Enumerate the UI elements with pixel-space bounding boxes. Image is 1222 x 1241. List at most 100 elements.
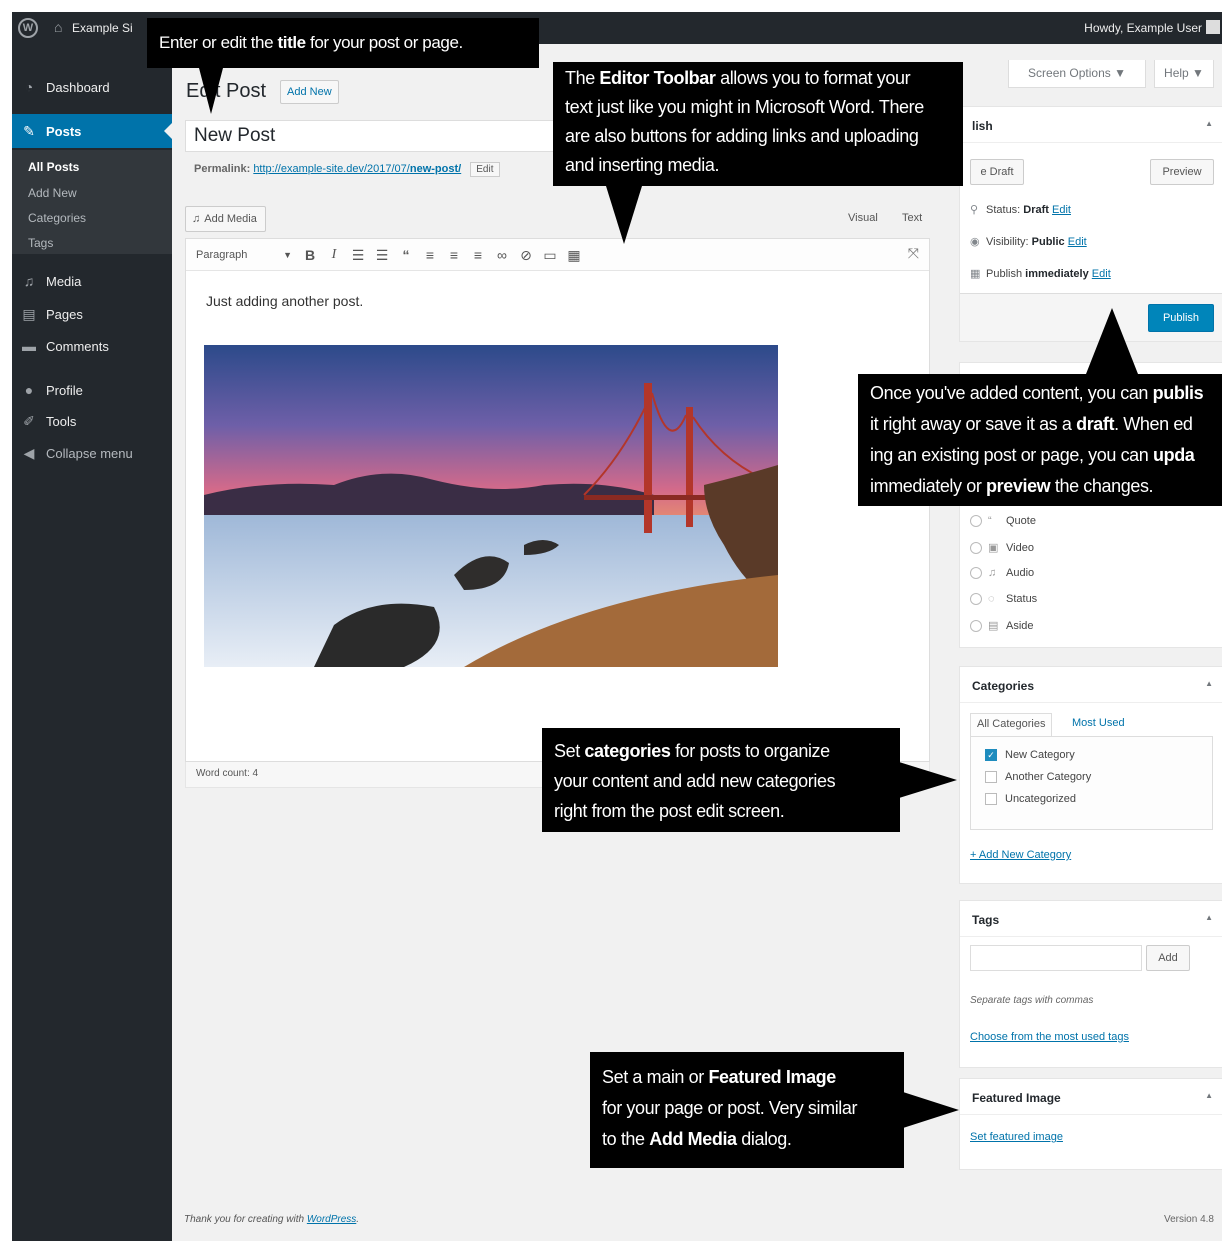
set-featured-image-link[interactable]: Set featured image [970,1131,1063,1143]
schedule-edit-link[interactable]: Edit [1092,268,1111,280]
golden-gate-photo[interactable] [204,345,778,667]
sidebar-item-pages[interactable]: ▤ Pages [12,299,172,329]
format-option-aside[interactable]: ▤ Aside [970,619,1034,633]
category-new[interactable]: ✓ New Category [985,749,1075,762]
collapse-toggle-icon[interactable]: ▲ [1205,119,1213,128]
footer-thanks-end: . [356,1214,360,1225]
toolbar-toggle-icon[interactable]: ▦ [564,245,584,265]
sidebar-item-label: Tools [46,414,77,429]
howdy-user[interactable]: Howdy, Example User [1084,21,1202,35]
callout-text: the changes. [1050,476,1154,496]
format-option-quote[interactable]: “ Quote [970,515,1036,528]
save-draft-button[interactable]: e Draft [970,159,1024,185]
collapse-icon: ◀ [23,445,35,461]
sidebar-item-collapse[interactable]: ◀ Collapse menu [12,438,172,468]
featured-image-callout: Set a main or Featured Image for your pa… [590,1052,904,1168]
tags-box-header[interactable]: Tags ▲ [960,901,1222,937]
categories-box-header[interactable]: Categories ▲ [960,667,1222,703]
editor-content-text[interactable]: Just adding another post. [206,293,363,309]
italic-icon[interactable]: I [324,245,344,265]
unlink-icon[interactable]: ⊘ [516,245,536,265]
category-another[interactable]: Another Category [985,771,1091,784]
format-option-video[interactable]: ▣ Video [970,541,1034,555]
radio[interactable] [970,620,982,633]
radio[interactable] [970,593,982,606]
checkbox[interactable] [985,771,997,784]
sidebar-item-media[interactable]: ♫ Media [12,266,172,296]
add-media-button[interactable]: ♫ Add Media [185,206,266,232]
align-left-icon[interactable]: ≡ [420,245,440,265]
permalink-edit-button[interactable]: Edit [470,162,500,177]
sidebar-item-label: Collapse menu [46,446,133,461]
format-option-audio[interactable]: ♫ Audio [970,567,1034,580]
dashboard-icon: ◔ [24,79,34,95]
screen-options-button[interactable]: Screen Options ▼ [1008,60,1146,88]
category-uncategorized[interactable]: Uncategorized [985,793,1076,806]
radio[interactable] [970,567,982,580]
tab-all-categories[interactable]: All Categories [970,713,1053,737]
publish-button[interactable]: Publish [1148,304,1214,332]
site-name-link[interactable]: Example Si [72,21,133,35]
featured-image-header[interactable]: Featured Image ▲ [960,1079,1222,1115]
tag-input[interactable] [970,945,1142,971]
tab-most-used[interactable]: Most Used [1066,713,1131,737]
post-editor[interactable]: Paragraph ▼ B I ☰ ☰ “ ≡ ≡ ≡ ∞ ⊘ ▭ ▦ ⤧ Jus… [185,238,930,762]
submenu-tags[interactable]: Tags [28,236,53,250]
home-icon[interactable]: ⌂ [54,19,62,35]
help-button[interactable]: Help ▼ [1154,60,1214,88]
submenu-all-posts[interactable]: All Posts [28,160,79,174]
media-icon: ♫ [192,213,201,225]
publish-box-header[interactable]: lish ▲ [960,107,1222,143]
callout-line: it right away or save it as a draft. Whe… [870,409,1210,440]
align-center-icon[interactable]: ≡ [444,245,464,265]
radio[interactable] [970,542,982,555]
blockquote-icon[interactable]: “ [396,245,416,265]
sidebar-item-profile[interactable]: ● Profile [12,375,172,405]
submenu-categories[interactable]: Categories [28,211,86,225]
submenu-add-new[interactable]: Add New [28,186,77,200]
radio[interactable] [970,515,982,528]
featured-image-box: Featured Image ▲ Set featured image [959,1078,1222,1170]
add-tag-button[interactable]: Add [1146,945,1190,971]
checkbox-checked[interactable]: ✓ [985,749,997,762]
add-new-category-link[interactable]: + Add New Category [970,849,1071,861]
wordpress-logo-icon[interactable]: W [18,18,38,38]
sidebar-item-tools[interactable]: ✐ Tools [12,406,172,436]
collapse-toggle-icon[interactable]: ▲ [1205,1091,1213,1100]
callout-line: text just like you might in Microsoft Wo… [565,97,924,117]
editor-toolbar: Paragraph ▼ B I ☰ ☰ “ ≡ ≡ ≡ ∞ ⊘ ▭ ▦ ⤧ [186,239,929,271]
add-new-button[interactable]: Add New [280,80,339,104]
callout-line: right from the post edit screen. [554,801,785,821]
sidebar-item-dashboard[interactable]: ◔ Dashboard [12,72,172,102]
sidebar-item-label: Media [46,274,82,289]
wordpress-link[interactable]: WordPress [307,1214,356,1225]
permalink-url[interactable]: http://example-site.dev/2017/07/new-post… [253,163,461,175]
link-icon[interactable]: ∞ [492,245,512,265]
numbered-list-icon[interactable]: ☰ [372,245,392,265]
collapse-toggle-icon[interactable]: ▲ [1205,913,1213,922]
status-edit-link[interactable]: Edit [1052,204,1071,216]
bullet-list-icon[interactable]: ☰ [348,245,368,265]
video-icon: ▣ [988,542,999,554]
read-more-icon[interactable]: ▭ [540,245,560,265]
chevron-down-icon: ▼ [283,250,292,260]
sidebar-item-posts[interactable]: ✎ Posts [12,114,172,148]
pin-icon: ⚲ [970,204,979,216]
fullscreen-icon[interactable]: ⤧ [908,245,919,262]
callout-bold: preview [986,476,1051,496]
format-select[interactable]: Paragraph ▼ [192,245,300,265]
bold-icon[interactable]: B [300,245,320,265]
avatar[interactable] [1206,20,1220,34]
tab-visual[interactable]: Visual [848,212,878,224]
word-count: Word count: 4 [196,768,259,779]
format-option-status[interactable]: ◌ Status [970,593,1037,606]
sidebar-item-comments[interactable]: ▬ Comments [12,331,172,361]
collapse-toggle-icon[interactable]: ▲ [1205,679,1213,688]
tab-text[interactable]: Text [902,212,922,224]
choose-tags-link[interactable]: Choose from the most used tags [970,1031,1129,1043]
checkbox[interactable] [985,793,997,806]
preview-button[interactable]: Preview [1150,159,1214,185]
status-row: ⚲ Status: Draft Edit [970,203,1071,216]
visibility-edit-link[interactable]: Edit [1068,236,1087,248]
align-right-icon[interactable]: ≡ [468,245,488,265]
